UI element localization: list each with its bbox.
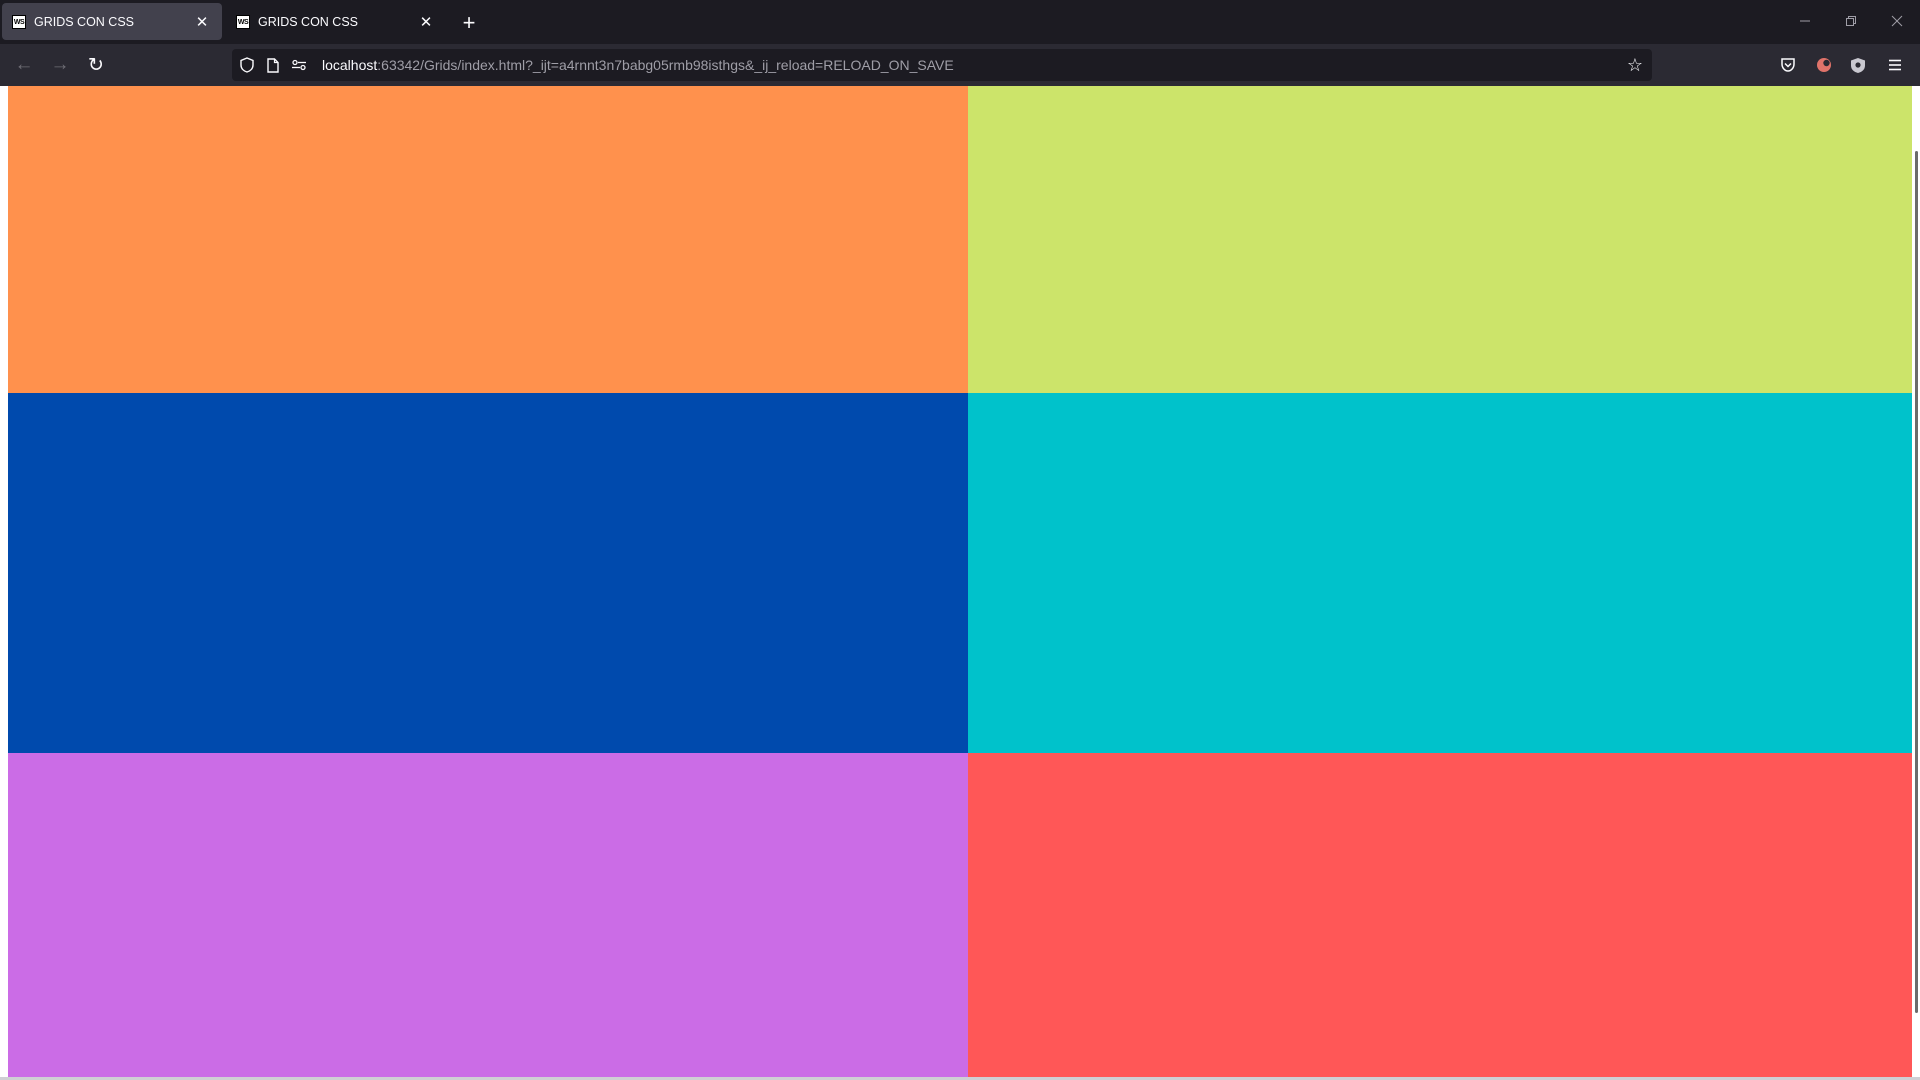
window-close-button[interactable] — [1874, 0, 1920, 44]
tab-grids-2[interactable]: WS GRIDS CON CSS ✕ — [226, 3, 446, 40]
forward-button[interactable]: → — [45, 50, 75, 80]
restore-icon — [1845, 14, 1857, 30]
address-bar[interactable]: localhost:63342/Grids/index.html?_ijt=a4… — [232, 49, 1652, 81]
grid-cell-blue — [8, 393, 968, 753]
shield-icon[interactable] — [236, 54, 258, 76]
grid-cell-purple — [8, 753, 968, 1077]
bookmark-star-icon[interactable]: ☆ — [1624, 54, 1646, 76]
minimize-button[interactable] — [1782, 0, 1828, 44]
window-close-icon — [1891, 14, 1903, 30]
back-arrow-icon: ← — [14, 54, 34, 75]
grid-cell-cyan — [968, 393, 1912, 753]
tab-close-icon[interactable]: ✕ — [416, 12, 436, 32]
css-grid-container — [8, 86, 1912, 1077]
vertical-scrollbar[interactable] — [1915, 151, 1918, 1013]
url-text[interactable]: localhost:63342/Grids/index.html?_ijt=a4… — [322, 57, 954, 73]
navigation-toolbar: ← → ↻ localhost:63342/Grids/index.html?_… — [0, 44, 1920, 86]
extension-icon[interactable] — [1813, 54, 1835, 76]
tab-title: GRIDS CON CSS — [258, 14, 359, 29]
restore-button[interactable] — [1828, 0, 1874, 44]
tab-close-icon[interactable]: ✕ — [192, 12, 212, 32]
page-viewport[interactable] — [0, 86, 1920, 1080]
url-path: :63342/Grids/index.html?_ijt=a4rnnt3n7ba… — [377, 57, 954, 73]
tab-strip: WS GRIDS CON CSS ✕ WS GRIDS CON CSS ✕ + — [0, 0, 1920, 44]
reload-icon: ↻ — [88, 54, 104, 76]
grid-cell-red — [968, 753, 1912, 1077]
page-icon[interactable] — [262, 54, 284, 76]
url-host: localhost — [322, 57, 378, 73]
forward-arrow-icon: → — [50, 54, 70, 75]
grid-cell-lime — [968, 86, 1912, 393]
reload-button[interactable]: ↻ — [81, 50, 111, 80]
pocket-icon[interactable] — [1777, 54, 1799, 76]
app-menu-icon[interactable] — [1884, 54, 1906, 76]
new-tab-button[interactable]: + — [456, 10, 482, 36]
shield-extension-icon[interactable] — [1847, 54, 1869, 76]
back-button[interactable]: ← — [9, 50, 39, 80]
tab-grids-1[interactable]: WS GRIDS CON CSS ✕ — [2, 3, 222, 40]
minimize-icon — [1799, 14, 1811, 30]
permissions-icon[interactable] — [288, 54, 310, 76]
webstorm-favicon-icon: WS — [12, 14, 26, 29]
webstorm-favicon-icon: WS — [236, 14, 250, 29]
tab-title: GRIDS CON CSS — [34, 14, 135, 29]
grid-cell-orange — [8, 86, 968, 393]
